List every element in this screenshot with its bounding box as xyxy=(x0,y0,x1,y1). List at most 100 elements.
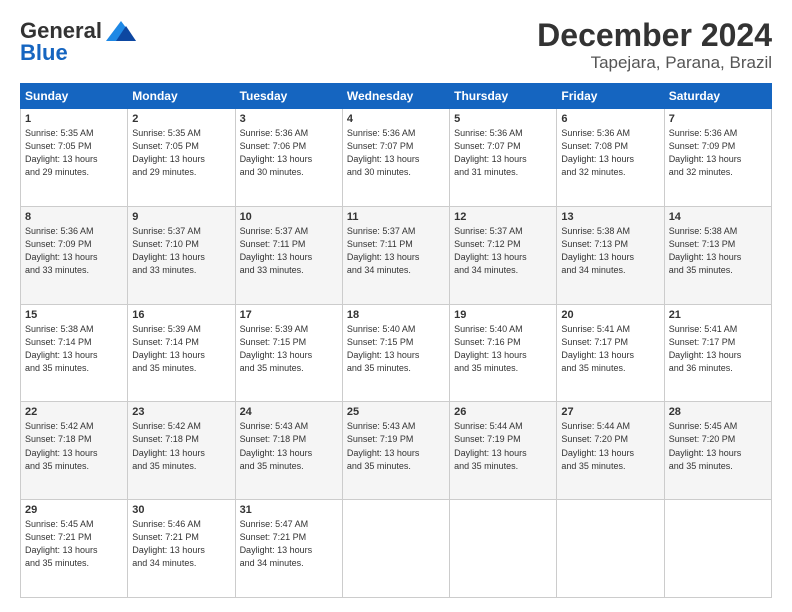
day-number: 6 xyxy=(561,113,659,125)
calendar-day-cell: 5 Sunrise: 5:36 AM Sunset: 7:07 PM Daylig… xyxy=(450,109,557,207)
day-number: 27 xyxy=(561,406,659,418)
calendar-day-cell: 26 Sunrise: 5:44 AM Sunset: 7:19 PM Dayli… xyxy=(450,402,557,500)
calendar-table: SundayMondayTuesdayWednesdayThursdayFrid… xyxy=(20,83,772,598)
day-number: 28 xyxy=(669,406,767,418)
calendar-day-cell: 12 Sunrise: 5:37 AM Sunset: 7:12 PM Dayli… xyxy=(450,206,557,304)
day-number: 22 xyxy=(25,406,123,418)
day-number: 25 xyxy=(347,406,445,418)
calendar-day-cell: 3 Sunrise: 5:36 AM Sunset: 7:06 PM Daylig… xyxy=(235,109,342,207)
calendar-day-cell: 9 Sunrise: 5:37 AM Sunset: 7:10 PM Daylig… xyxy=(128,206,235,304)
day-info: Sunrise: 5:44 AM Sunset: 7:20 PM Dayligh… xyxy=(561,420,659,472)
day-info: Sunrise: 5:40 AM Sunset: 7:15 PM Dayligh… xyxy=(347,323,445,375)
day-info: Sunrise: 5:36 AM Sunset: 7:07 PM Dayligh… xyxy=(454,127,552,179)
day-number: 16 xyxy=(132,309,230,321)
weekday-header: Sunday xyxy=(21,84,128,109)
day-number: 10 xyxy=(240,211,338,223)
day-info: Sunrise: 5:45 AM Sunset: 7:21 PM Dayligh… xyxy=(25,518,123,570)
day-info: Sunrise: 5:41 AM Sunset: 7:17 PM Dayligh… xyxy=(669,323,767,375)
calendar-day-cell: 2 Sunrise: 5:35 AM Sunset: 7:05 PM Daylig… xyxy=(128,109,235,207)
day-number: 24 xyxy=(240,406,338,418)
day-info: Sunrise: 5:40 AM Sunset: 7:16 PM Dayligh… xyxy=(454,323,552,375)
day-number: 9 xyxy=(132,211,230,223)
day-info: Sunrise: 5:44 AM Sunset: 7:19 PM Dayligh… xyxy=(454,420,552,472)
calendar-day-cell: 27 Sunrise: 5:44 AM Sunset: 7:20 PM Dayli… xyxy=(557,402,664,500)
day-info: Sunrise: 5:39 AM Sunset: 7:14 PM Dayligh… xyxy=(132,323,230,375)
day-number: 17 xyxy=(240,309,338,321)
day-info: Sunrise: 5:46 AM Sunset: 7:21 PM Dayligh… xyxy=(132,518,230,570)
weekday-header: Wednesday xyxy=(342,84,449,109)
calendar-day-cell: 19Sunrise: 5:40 AM Sunset: 7:16 PM Dayli… xyxy=(450,304,557,402)
calendar-week-row: 22 Sunrise: 5:42 AM Sunset: 7:18 PM Dayli… xyxy=(21,402,772,500)
day-number: 7 xyxy=(669,113,767,125)
day-info: Sunrise: 5:37 AM Sunset: 7:11 PM Dayligh… xyxy=(347,225,445,277)
day-info: Sunrise: 5:45 AM Sunset: 7:20 PM Dayligh… xyxy=(669,420,767,472)
calendar-day-cell xyxy=(450,500,557,598)
day-info: Sunrise: 5:36 AM Sunset: 7:08 PM Dayligh… xyxy=(561,127,659,179)
day-info: Sunrise: 5:35 AM Sunset: 7:05 PM Dayligh… xyxy=(25,127,123,179)
day-info: Sunrise: 5:37 AM Sunset: 7:10 PM Dayligh… xyxy=(132,225,230,277)
calendar-header: SundayMondayTuesdayWednesdayThursdayFrid… xyxy=(21,84,772,109)
day-info: Sunrise: 5:42 AM Sunset: 7:18 PM Dayligh… xyxy=(132,420,230,472)
page-subtitle: Tapejara, Parana, Brazil xyxy=(537,53,772,73)
day-info: Sunrise: 5:43 AM Sunset: 7:19 PM Dayligh… xyxy=(347,420,445,472)
day-info: Sunrise: 5:35 AM Sunset: 7:05 PM Dayligh… xyxy=(132,127,230,179)
day-info: Sunrise: 5:37 AM Sunset: 7:12 PM Dayligh… xyxy=(454,225,552,277)
calendar-day-cell: 23Sunrise: 5:42 AM Sunset: 7:18 PM Dayli… xyxy=(128,402,235,500)
day-number: 8 xyxy=(25,211,123,223)
calendar-day-cell: 4Sunrise: 5:36 AM Sunset: 7:07 PM Daylig… xyxy=(342,109,449,207)
calendar-day-cell: 6 Sunrise: 5:36 AM Sunset: 7:08 PM Daylig… xyxy=(557,109,664,207)
day-info: Sunrise: 5:36 AM Sunset: 7:09 PM Dayligh… xyxy=(669,127,767,179)
logo-icon xyxy=(106,21,136,41)
day-number: 31 xyxy=(240,504,338,516)
calendar-week-row: 1 Sunrise: 5:35 AM Sunset: 7:05 PM Daylig… xyxy=(21,109,772,207)
weekday-header: Tuesday xyxy=(235,84,342,109)
page-title: December 2024 xyxy=(537,18,772,53)
day-info: Sunrise: 5:38 AM Sunset: 7:13 PM Dayligh… xyxy=(561,225,659,277)
day-info: Sunrise: 5:37 AM Sunset: 7:11 PM Dayligh… xyxy=(240,225,338,277)
weekday-header: Friday xyxy=(557,84,664,109)
day-info: Sunrise: 5:39 AM Sunset: 7:15 PM Dayligh… xyxy=(240,323,338,375)
calendar-day-cell: 31 Sunrise: 5:47 AM Sunset: 7:21 PM Dayli… xyxy=(235,500,342,598)
calendar-week-row: 8Sunrise: 5:36 AM Sunset: 7:09 PM Daylig… xyxy=(21,206,772,304)
calendar-week-row: 15 Sunrise: 5:38 AM Sunset: 7:14 PM Dayli… xyxy=(21,304,772,402)
day-number: 26 xyxy=(454,406,552,418)
day-info: Sunrise: 5:38 AM Sunset: 7:13 PM Dayligh… xyxy=(669,225,767,277)
calendar-day-cell: 21 Sunrise: 5:41 AM Sunset: 7:17 PM Dayli… xyxy=(664,304,771,402)
calendar-day-cell: 20Sunrise: 5:41 AM Sunset: 7:17 PM Dayli… xyxy=(557,304,664,402)
day-number: 2 xyxy=(132,113,230,125)
day-info: Sunrise: 5:38 AM Sunset: 7:14 PM Dayligh… xyxy=(25,323,123,375)
day-number: 5 xyxy=(454,113,552,125)
day-number: 3 xyxy=(240,113,338,125)
weekday-header: Monday xyxy=(128,84,235,109)
calendar-week-row: 29 Sunrise: 5:45 AM Sunset: 7:21 PM Dayli… xyxy=(21,500,772,598)
calendar-day-cell: 16 Sunrise: 5:39 AM Sunset: 7:14 PM Dayli… xyxy=(128,304,235,402)
calendar-day-cell xyxy=(557,500,664,598)
weekday-header: Thursday xyxy=(450,84,557,109)
day-number: 13 xyxy=(561,211,659,223)
day-info: Sunrise: 5:43 AM Sunset: 7:18 PM Dayligh… xyxy=(240,420,338,472)
day-info: Sunrise: 5:36 AM Sunset: 7:06 PM Dayligh… xyxy=(240,127,338,179)
header: General Blue December 2024 Tapejara, Par… xyxy=(20,18,772,73)
day-number: 29 xyxy=(25,504,123,516)
day-number: 21 xyxy=(669,309,767,321)
calendar-day-cell xyxy=(664,500,771,598)
calendar-day-cell: 13 Sunrise: 5:38 AM Sunset: 7:13 PM Dayli… xyxy=(557,206,664,304)
day-number: 15 xyxy=(25,309,123,321)
day-number: 30 xyxy=(132,504,230,516)
logo: General Blue xyxy=(20,18,136,66)
day-info: Sunrise: 5:47 AM Sunset: 7:21 PM Dayligh… xyxy=(240,518,338,570)
calendar-day-cell: 18Sunrise: 5:40 AM Sunset: 7:15 PM Dayli… xyxy=(342,304,449,402)
calendar-day-cell: 8Sunrise: 5:36 AM Sunset: 7:09 PM Daylig… xyxy=(21,206,128,304)
calendar-day-cell: 7 Sunrise: 5:36 AM Sunset: 7:09 PM Daylig… xyxy=(664,109,771,207)
day-number: 14 xyxy=(669,211,767,223)
calendar-day-cell xyxy=(342,500,449,598)
day-number: 12 xyxy=(454,211,552,223)
logo-blue: Blue xyxy=(20,40,68,66)
calendar-day-cell: 1 Sunrise: 5:35 AM Sunset: 7:05 PM Daylig… xyxy=(21,109,128,207)
day-number: 4 xyxy=(347,113,445,125)
day-number: 1 xyxy=(25,113,123,125)
calendar-day-cell: 10 Sunrise: 5:37 AM Sunset: 7:11 PM Dayli… xyxy=(235,206,342,304)
day-number: 20 xyxy=(561,309,659,321)
calendar-day-cell: 17 Sunrise: 5:39 AM Sunset: 7:15 PM Dayli… xyxy=(235,304,342,402)
calendar-day-cell: 22Sunrise: 5:42 AM Sunset: 7:18 PM Dayli… xyxy=(21,402,128,500)
